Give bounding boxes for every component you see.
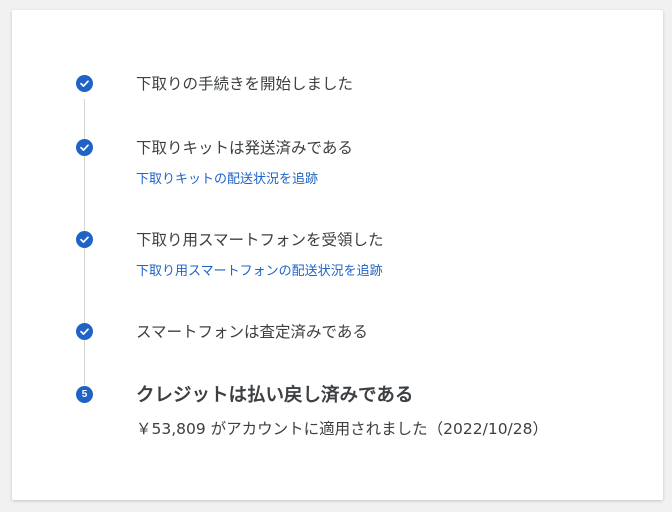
check-icon bbox=[76, 75, 93, 92]
timeline-connector bbox=[84, 99, 85, 143]
trade-in-status-card: 下取りの手続きを開始しました 下取りキットは発送済みである 下取りキットの配送状… bbox=[12, 10, 663, 500]
track-phone-link[interactable]: 下取り用スマートフォンの配送状況を追跡 bbox=[136, 260, 383, 279]
track-kit-link[interactable]: 下取りキットの配送状況を追跡 bbox=[136, 168, 318, 187]
step-label-credit-refunded: クレジットは払い戻し済みである bbox=[136, 385, 414, 406]
credit-applied-detail: ￥53,809 がアカウントに適用されました（2022/10/28） bbox=[136, 420, 549, 438]
timeline-connector bbox=[84, 340, 85, 385]
step-label-phone-received: 下取り用スマートフォンを受領した bbox=[136, 231, 384, 249]
timeline-connector bbox=[84, 248, 85, 331]
check-icon bbox=[76, 139, 93, 156]
step-label-kit-shipped: 下取りキットは発送済みである bbox=[136, 139, 353, 157]
step-label-started: 下取りの手続きを開始しました bbox=[136, 75, 354, 93]
step-number-badge: 5 bbox=[76, 386, 93, 403]
step-label-phone-appraised: スマートフォンは査定済みである bbox=[136, 323, 368, 341]
check-icon bbox=[76, 231, 93, 248]
timeline-connector bbox=[84, 155, 85, 238]
check-icon bbox=[76, 323, 93, 340]
